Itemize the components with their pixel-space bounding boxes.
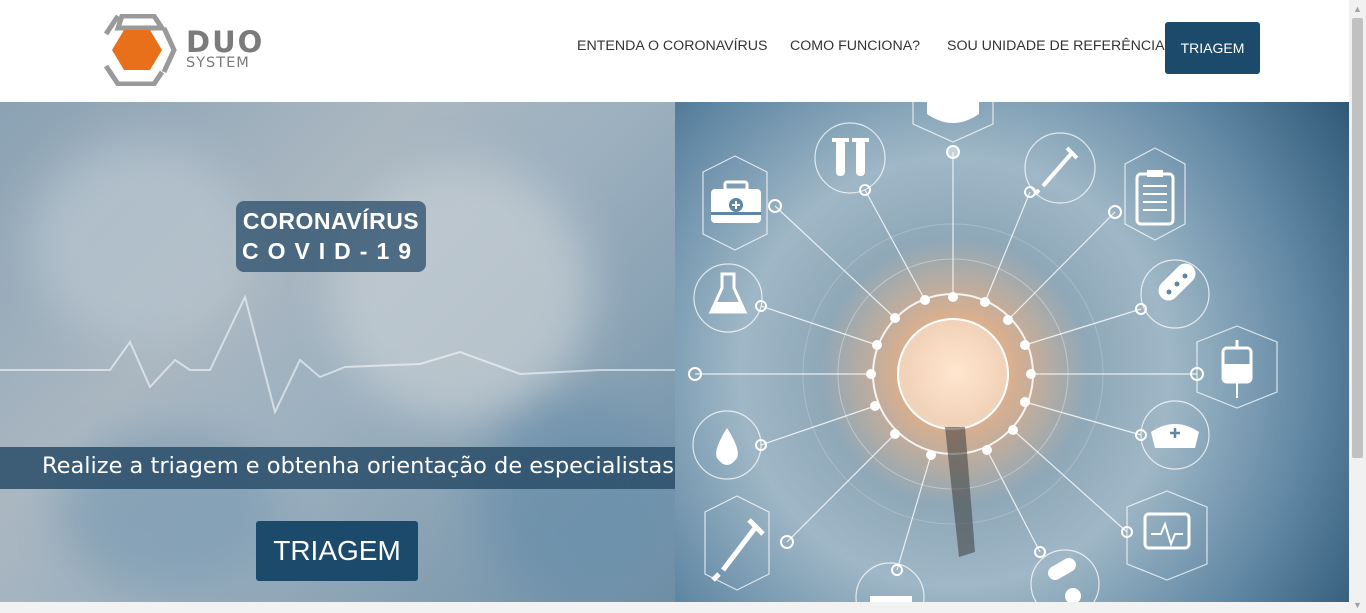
test-tubes-icon	[832, 138, 869, 176]
iv-bag-icon	[1221, 340, 1253, 398]
covid-badge: CORONAVÍRUS COVID-19	[236, 201, 426, 272]
flask-icon	[708, 272, 748, 314]
page: DUO SYSTEM ENTENDA O CORONAVÍRUS COMO FU…	[0, 0, 1366, 613]
pills-icon	[1158, 263, 1196, 301]
nav-item-unidade-referencia[interactable]: SOU UNIDADE DE REFERÊNCIA	[947, 38, 1165, 54]
scrollbar-thumb[interactable]	[1352, 18, 1363, 458]
drop-icon	[716, 428, 738, 465]
section-divider	[0, 602, 1349, 613]
logo-hexagon-icon	[104, 14, 177, 86]
scroll-down-icon[interactable]: ▼	[1349, 596, 1366, 613]
monitor-icon	[1143, 512, 1191, 550]
capsules-icon	[1048, 558, 1081, 602]
clipboard-icon	[1135, 170, 1175, 226]
nav-item-entenda[interactable]: ENTENDA O CORONAVÍRUS	[577, 38, 768, 54]
brand-logo[interactable]: DUO SYSTEM	[104, 14, 274, 86]
badge-subtitle: COVID-19	[241, 238, 421, 264]
nurse-cap-icon	[1151, 424, 1199, 448]
nav-triagem-button[interactable]: TRIAGEM	[1165, 22, 1260, 74]
logo-text: DUO SYSTEM	[186, 25, 265, 71]
hero-triagem-button[interactable]: TRIAGEM	[256, 521, 418, 581]
badge-title: CORONAVÍRUS	[242, 208, 420, 234]
hero-banner: CORONAVÍRUS COVID-19 Realize a triagem e…	[0, 102, 1349, 602]
shield-heart-icon	[927, 102, 979, 123]
site-header: DUO SYSTEM ENTENDA O CORONAVÍRUS COMO FU…	[0, 0, 1349, 102]
hero-left-panel: CORONAVÍRUS COVID-19 Realize a triagem e…	[0, 102, 680, 602]
logo-name: DUO	[186, 25, 265, 59]
nav-item-como-funciona[interactable]: COMO FUNCIONA?	[790, 38, 920, 54]
tagline-bar: Realize a triagem e obtenha orientação d…	[0, 447, 675, 489]
scroll-up-icon[interactable]: ▲	[1349, 0, 1366, 17]
medical-network-graphic	[688, 102, 1278, 602]
hero-tagline: Realize a triagem e obtenha orientação d…	[42, 453, 674, 479]
medical-kit-icon	[711, 180, 761, 223]
hero-right-panel	[675, 102, 1349, 602]
syringe-dropper-icon	[1033, 146, 1079, 196]
vertical-scrollbar[interactable]: ▲ ▼	[1349, 0, 1366, 613]
syringe-icon	[711, 518, 765, 582]
